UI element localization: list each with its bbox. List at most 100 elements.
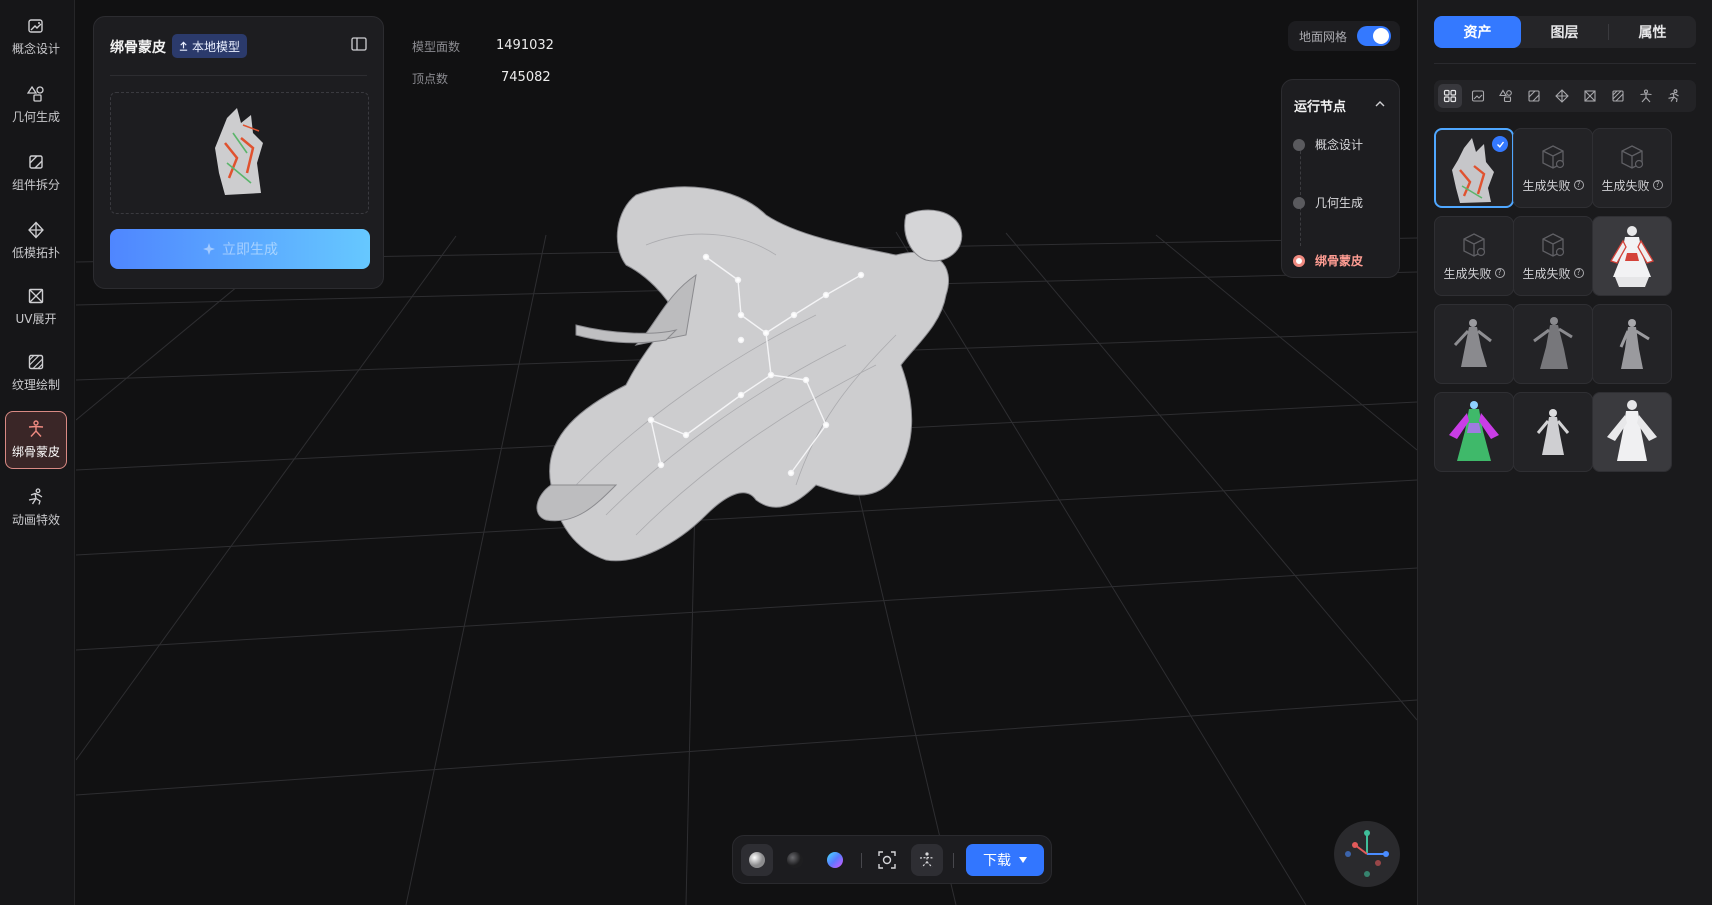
generation-panel: 绑骨蒙皮 本地模型 立即生成	[93, 16, 384, 289]
filter-concept[interactable]	[1466, 84, 1490, 108]
nav-item-label: 动画特效	[11, 513, 60, 527]
uv-unwrap-icon	[1584, 90, 1596, 102]
nav-item-label: 组件拆分	[11, 178, 60, 192]
help-circle-icon[interactable]: ?	[1652, 180, 1663, 190]
run-nodes-title: 运行节点	[1294, 100, 1347, 115]
skeleton-toggle-button[interactable]	[911, 844, 943, 876]
asset-card[interactable]	[1434, 128, 1514, 208]
asset-card-failed[interactable]: 生成失败?	[1434, 216, 1514, 296]
panel-title: 绑骨蒙皮	[110, 40, 166, 56]
ground-grid-switch[interactable]	[1357, 26, 1391, 46]
asset-thumbnail	[1449, 401, 1499, 461]
failed-label: 生成失败	[1522, 178, 1571, 193]
asset-card-failed[interactable]: 生成失败?	[1592, 128, 1672, 208]
color-material-button[interactable]	[819, 844, 851, 876]
sidebar-collapse-icon[interactable]	[351, 37, 367, 51]
asset-card-failed[interactable]: 生成失败?	[1513, 128, 1593, 208]
nav-item-low-poly[interactable]: 低模拓扑	[5, 212, 67, 270]
white-material-button[interactable]	[741, 844, 773, 876]
run-nodes-panel: 运行节点 概念设计 几何生成 绑骨蒙皮	[1281, 79, 1400, 278]
geometry-shapes-icon	[1499, 89, 1512, 103]
orientation-gizmo[interactable]	[1334, 821, 1400, 887]
asset-card[interactable]	[1434, 304, 1514, 384]
generate-now-label: 立即生成	[222, 242, 278, 258]
failed-box-icon	[1542, 144, 1565, 169]
filter-uv[interactable]	[1578, 84, 1602, 108]
run-node[interactable]: 概念设计	[1293, 136, 1363, 153]
filter-animation[interactable]	[1662, 84, 1686, 108]
run-node[interactable]: 几何生成	[1293, 194, 1363, 211]
run-node-active[interactable]: 绑骨蒙皮	[1293, 252, 1363, 269]
run-node-label: 绑骨蒙皮	[1315, 254, 1364, 268]
nav-item-geometry[interactable]: 几何生成	[5, 76, 67, 134]
nav-item-animation[interactable]: 动画特效	[5, 479, 67, 537]
geometry-shapes-icon	[27, 85, 44, 102]
animation-running-icon	[1668, 89, 1679, 103]
dark-material-button[interactable]	[779, 844, 811, 876]
model-preview[interactable]	[110, 92, 369, 214]
asset-card[interactable]	[1434, 392, 1514, 472]
vertex-count-value: 745082	[501, 70, 551, 85]
filter-component[interactable]	[1522, 84, 1546, 108]
node-dot	[1293, 254, 1305, 267]
all-grid-icon	[1443, 89, 1457, 103]
component-split-icon	[1528, 90, 1540, 102]
component-split-icon	[29, 155, 43, 169]
failed-status: 生成失败?	[1522, 265, 1584, 282]
failed-box-icon	[1463, 232, 1486, 257]
download-button[interactable]: 下载	[966, 844, 1044, 876]
failed-label: 生成失败	[1601, 178, 1650, 193]
nav-item-label: 低模拓扑	[11, 246, 60, 260]
download-label: 下载	[983, 853, 1011, 869]
failed-label: 生成失败	[1522, 266, 1571, 281]
asset-card-failed[interactable]: 生成失败?	[1513, 216, 1593, 296]
white-material-sphere-icon	[749, 852, 765, 868]
filter-rigging[interactable]	[1634, 84, 1658, 108]
ground-grid-label: 地面网格	[1299, 30, 1348, 44]
asset-card[interactable]	[1592, 304, 1672, 384]
asset-thumbnail	[1536, 409, 1570, 455]
filter-low-poly[interactable]	[1550, 84, 1574, 108]
asset-thumbnail	[1619, 319, 1650, 369]
asset-thumbnail	[1453, 319, 1492, 367]
node-dot	[1293, 196, 1305, 209]
filter-texture[interactable]	[1606, 84, 1630, 108]
nav-item-texture-paint[interactable]: 纹理绘制	[5, 344, 67, 402]
run-node-label: 概念设计	[1315, 138, 1364, 152]
help-circle-icon[interactable]: ?	[1573, 268, 1584, 278]
rigged-character-model	[536, 186, 963, 562]
generate-now-button[interactable]: 立即生成	[110, 229, 370, 269]
failed-box-icon	[1621, 144, 1644, 169]
nav-item-rigging[interactable]: 绑骨蒙皮	[5, 411, 67, 469]
help-circle-icon[interactable]: ?	[1494, 268, 1505, 278]
texture-paint-icon	[28, 354, 44, 370]
nav-item-concept-design[interactable]: 概念设计	[5, 8, 67, 66]
filter-geometry[interactable]	[1494, 84, 1518, 108]
skeleton-toggle-icon	[919, 852, 935, 868]
nav-item-component-split[interactable]: 组件拆分	[5, 144, 67, 202]
tab-assets[interactable]: 资产	[1434, 16, 1521, 48]
face-count-value: 1491032	[496, 38, 554, 53]
help-circle-icon[interactable]: ?	[1573, 180, 1584, 190]
filter-all[interactable]	[1438, 84, 1462, 108]
focus-frame-button[interactable]	[871, 844, 903, 876]
asset-card[interactable]	[1513, 304, 1593, 384]
asset-card[interactable]	[1513, 392, 1593, 472]
chevron-up-icon[interactable]	[1375, 100, 1385, 107]
asset-card[interactable]	[1592, 392, 1672, 472]
dark-material-sphere-icon	[787, 852, 803, 868]
color-material-sphere-icon	[827, 852, 843, 868]
asset-thumbnail	[1610, 226, 1654, 287]
asset-card[interactable]	[1592, 216, 1672, 296]
texture-paint-icon	[1612, 90, 1624, 102]
run-node-label: 几何生成	[1315, 196, 1364, 210]
face-count-label: 模型面数	[412, 40, 461, 54]
tab-layers[interactable]: 图层	[1521, 16, 1608, 48]
tab-properties[interactable]: 属性	[1609, 16, 1696, 48]
nav-item-uv-unwrap[interactable]: UV展开	[5, 278, 67, 336]
local-model-badge[interactable]: 本地模型	[172, 34, 248, 58]
right-panel: 资产 图层 属性 生成失败? 生成失败? 生成失败 ? 生成失败 ?	[1417, 0, 1712, 905]
viewport-toolbar: 下载	[732, 835, 1052, 884]
failed-box-icon	[1542, 232, 1565, 257]
axis-gizmo-icon	[1345, 830, 1389, 877]
